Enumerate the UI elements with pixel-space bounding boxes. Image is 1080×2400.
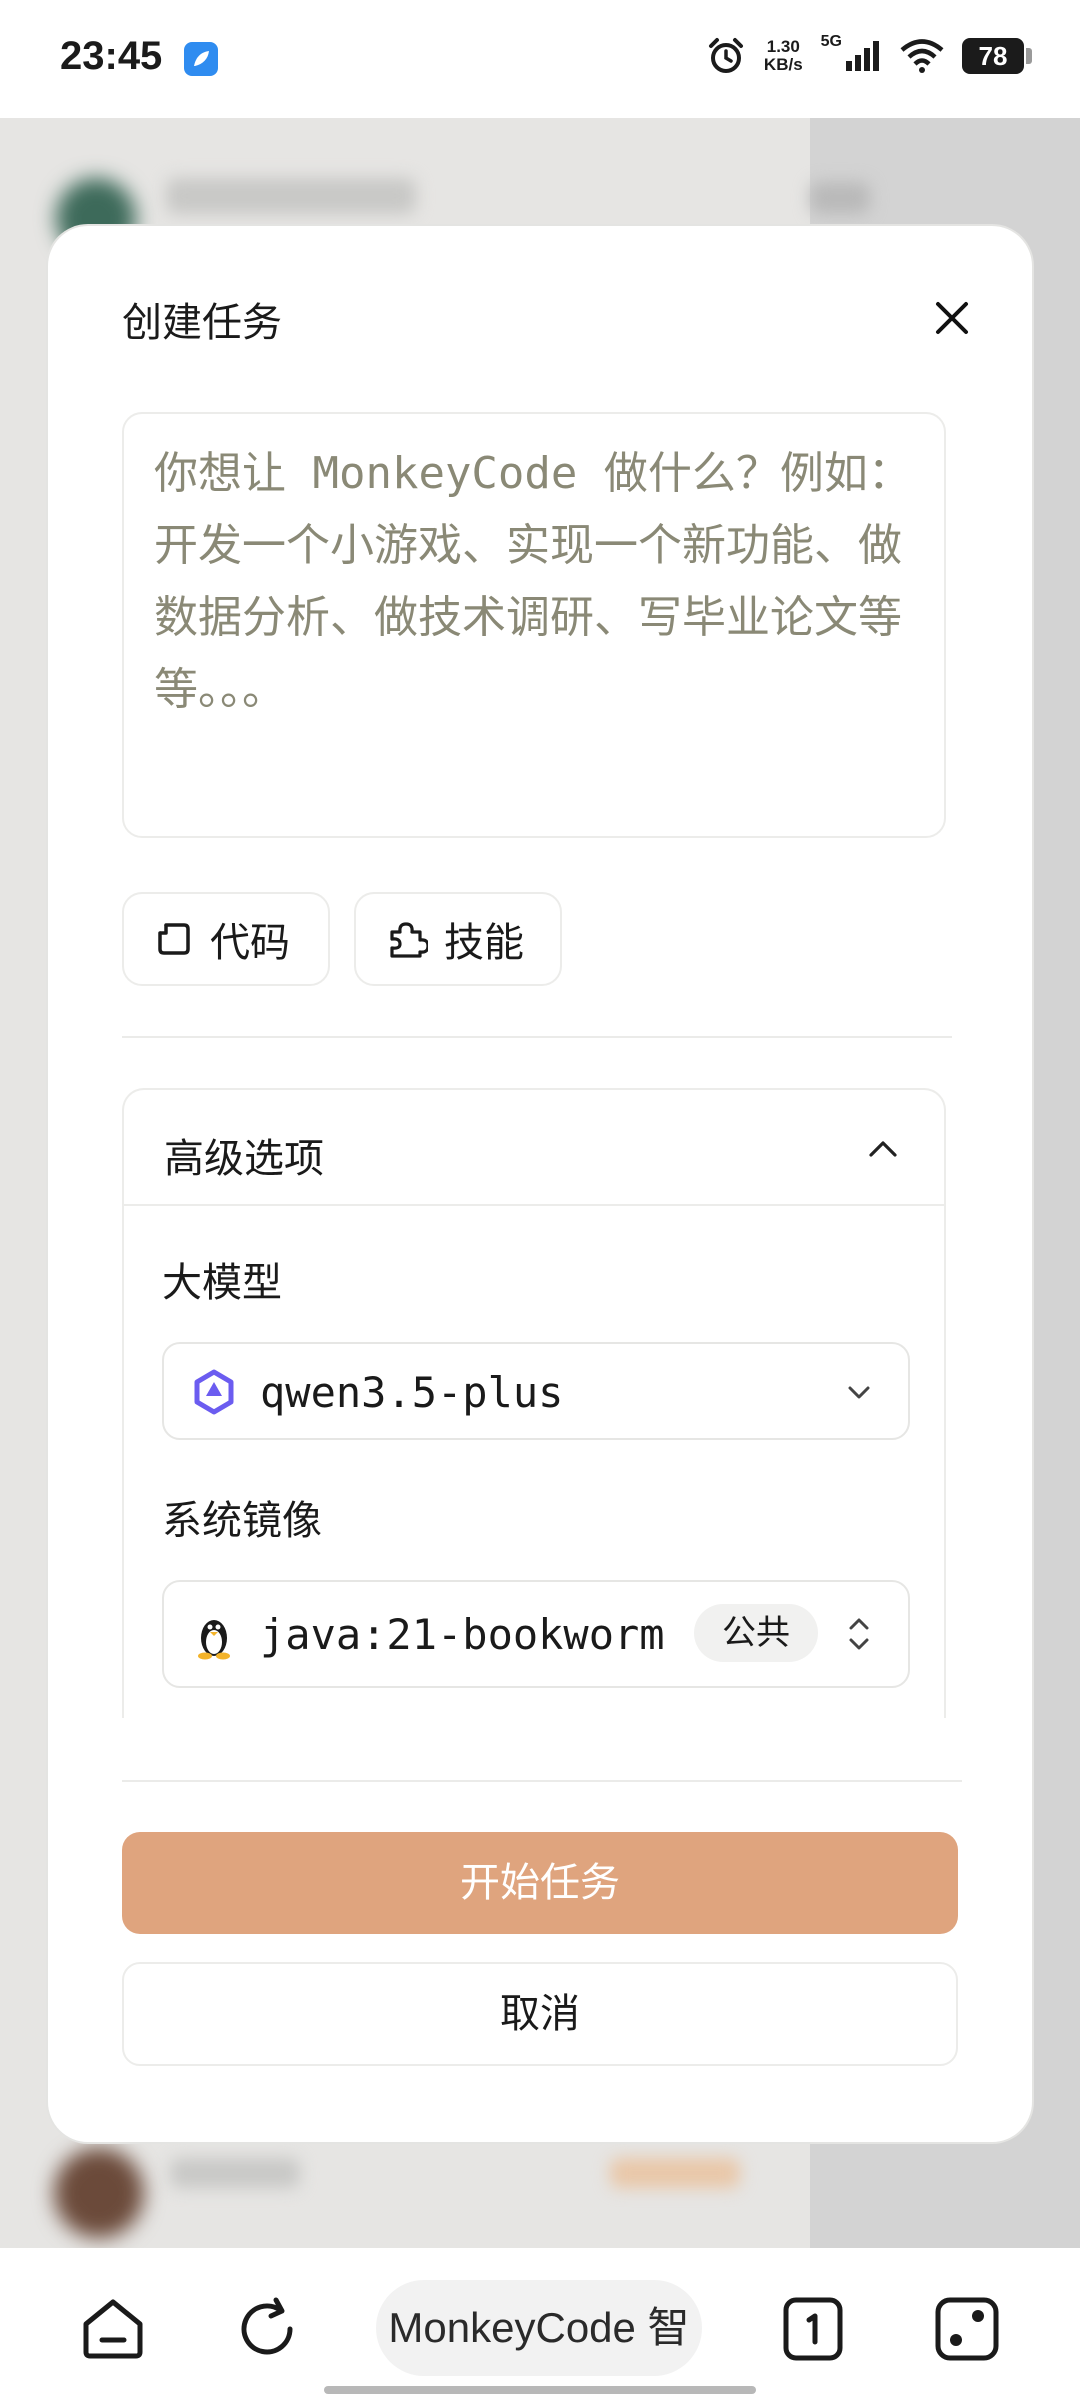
dialog-title: 创建任务 bbox=[122, 300, 282, 346]
background-row-tag bbox=[610, 2158, 740, 2188]
battery-icon: 78 bbox=[962, 38, 1032, 74]
status-icons: 1.30 KB/s 5G 78 bbox=[706, 33, 1032, 76]
advanced-options-title: 高级选项 bbox=[164, 1136, 324, 1182]
network-type: 5G bbox=[820, 33, 842, 50]
wifi-icon bbox=[900, 39, 944, 73]
background-avatar-2 bbox=[54, 2148, 144, 2238]
close-icon[interactable] bbox=[932, 298, 972, 338]
code-button-label: 代码 bbox=[210, 920, 290, 966]
qwen-logo-icon bbox=[194, 1369, 234, 1415]
code-repo-icon bbox=[158, 923, 190, 955]
home-icon[interactable] bbox=[78, 2294, 148, 2364]
status-time: 23:45 bbox=[60, 34, 163, 78]
chevron-up-icon[interactable] bbox=[866, 1132, 900, 1166]
dialog-divider-bottom bbox=[122, 1780, 962, 1782]
signal-icon bbox=[846, 41, 879, 71]
puzzle-icon bbox=[390, 922, 428, 958]
app-notification-icon bbox=[184, 42, 218, 76]
public-badge: 公共 bbox=[694, 1604, 818, 1662]
dialog-divider-top bbox=[122, 1036, 952, 1038]
task-prompt-placeholder: 你想让 MonkeyCode 做什么？例如：开发一个小游戏、实现一个新功能、做数… bbox=[154, 448, 912, 715]
advanced-options-header[interactable]: 高级选项 bbox=[124, 1090, 944, 1206]
net-speed-unit: KB/s bbox=[763, 55, 803, 74]
tabs-icon[interactable] bbox=[778, 2294, 848, 2364]
create-task-dialog: 创建任务 你想让 MonkeyCode 做什么？例如：开发一个小游戏、实现一个新… bbox=[48, 226, 1032, 2142]
model-label: 大模型 bbox=[162, 1260, 282, 1306]
net-speed: 1.30 KB/s bbox=[764, 38, 803, 74]
start-task-button[interactable]: 开始任务 bbox=[122, 1832, 958, 1934]
background-action bbox=[810, 182, 870, 214]
system-image-label: 系统镜像 bbox=[162, 1498, 322, 1544]
net-speed-value: 1.30 bbox=[766, 37, 800, 56]
menu-icon[interactable] bbox=[932, 2294, 1002, 2364]
system-image-value: java:21-bookworm bbox=[260, 1610, 665, 1659]
skill-button[interactable]: 技能 bbox=[354, 892, 562, 986]
background-title bbox=[166, 178, 416, 214]
browser-bottom-bar: MonkeyCode 智 bbox=[0, 2248, 1080, 2400]
status-bar: 23:45 1.30 KB/s 5G 78 bbox=[0, 0, 1080, 118]
refresh-icon[interactable] bbox=[232, 2294, 302, 2364]
skill-button-label: 技能 bbox=[444, 920, 524, 966]
gesture-home-bar[interactable] bbox=[324, 2386, 756, 2394]
task-prompt-input[interactable]: 你想让 MonkeyCode 做什么？例如：开发一个小游戏、实现一个新功能、做数… bbox=[122, 412, 946, 838]
chevron-updown-icon bbox=[849, 1618, 869, 1650]
system-image-select[interactable]: java:21-bookworm 公共 bbox=[162, 1580, 910, 1688]
alarm-icon bbox=[708, 38, 743, 73]
chevron-down-icon bbox=[848, 1386, 870, 1399]
code-button[interactable]: 代码 bbox=[122, 892, 330, 986]
model-value: qwen3.5-plus bbox=[260, 1368, 564, 1417]
cancel-button[interactable]: 取消 bbox=[122, 1962, 958, 2066]
linux-tux-icon bbox=[198, 1620, 230, 1660]
background-row-text bbox=[170, 2158, 300, 2188]
model-select[interactable]: qwen3.5-plus bbox=[162, 1342, 910, 1440]
advanced-options-panel: 高级选项 大模型 qwen3.5-plus 系统镜像 java:21-bookw… bbox=[122, 1088, 946, 1718]
address-bar[interactable]: MonkeyCode 智 bbox=[376, 2280, 702, 2376]
